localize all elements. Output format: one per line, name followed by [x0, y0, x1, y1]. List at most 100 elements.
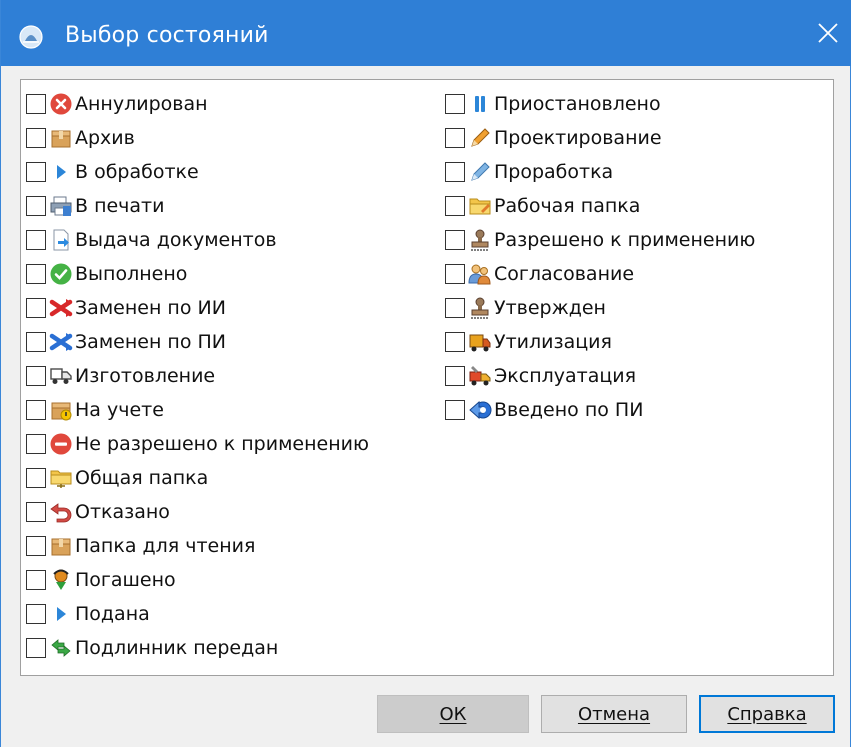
cancel-circle-icon — [50, 93, 72, 115]
registered-box-icon — [51, 402, 72, 421]
state-item-completed[interactable]: Выполнено — [26, 257, 369, 291]
state-item-original-transferred[interactable]: Подлинник передан — [26, 631, 369, 665]
state-checkbox[interactable] — [445, 196, 465, 216]
state-label: Папка для чтения — [75, 535, 256, 557]
state-label: В обработке — [75, 161, 199, 183]
state-item-introduced-pi[interactable]: Введено по ПИ — [445, 393, 755, 427]
check-circle-icon — [50, 263, 72, 285]
state-checkbox[interactable] — [26, 400, 46, 420]
play-arrow-icon — [57, 607, 66, 621]
states-list-panel: Аннулирован Архив В обработке В печати В… — [20, 79, 834, 676]
state-label: На учете — [75, 399, 164, 421]
state-checkbox[interactable] — [26, 502, 46, 522]
state-checkbox[interactable] — [26, 298, 46, 318]
state-checkbox[interactable] — [445, 162, 465, 182]
readonly-box-icon — [51, 538, 71, 556]
play-arrow-icon — [57, 165, 66, 179]
state-label: Аннулирован — [75, 93, 208, 115]
state-label: Подана — [75, 603, 150, 625]
state-item-annulled[interactable]: Аннулирован — [26, 87, 369, 121]
state-label: Проработка — [494, 161, 614, 183]
state-item-suspended[interactable]: Приостановлено — [445, 87, 755, 121]
state-label: Эксплуатация — [494, 365, 637, 387]
state-checkbox[interactable] — [26, 366, 46, 386]
state-checkbox[interactable] — [26, 128, 46, 148]
help-button[interactable]: Справка — [699, 695, 835, 733]
state-checkbox[interactable] — [26, 536, 46, 556]
state-checkbox[interactable] — [26, 638, 46, 658]
state-checkbox[interactable] — [26, 468, 46, 488]
close-icon — [818, 23, 838, 43]
state-checkbox[interactable] — [26, 162, 46, 182]
state-label: Не разрешено к применению — [75, 433, 369, 455]
state-checkbox[interactable] — [445, 366, 465, 386]
state-label: Архив — [75, 127, 135, 149]
no-entry-icon — [50, 433, 72, 455]
state-checkbox[interactable] — [26, 570, 46, 590]
state-checkbox[interactable] — [445, 332, 465, 352]
state-item-rejected[interactable]: Отказано — [26, 495, 369, 529]
state-checkbox[interactable] — [26, 332, 46, 352]
state-item-elaboration[interactable]: Проработка — [445, 155, 755, 189]
state-checkbox[interactable] — [26, 264, 46, 284]
state-checkbox[interactable] — [445, 128, 465, 148]
state-checkbox[interactable] — [445, 400, 465, 420]
document-issue-icon — [53, 229, 69, 251]
state-label: Согласование — [494, 263, 635, 285]
state-checkbox[interactable] — [445, 230, 465, 250]
cancel-button-label: Отмена — [577, 703, 651, 725]
state-label: Заменен по ПИ — [75, 331, 227, 353]
state-item-allowed[interactable]: Разрешено к применению — [445, 223, 755, 257]
pencil-orange-icon — [471, 128, 490, 147]
approval-stamp-icon — [471, 297, 489, 319]
window-title: Выбор состояний — [65, 23, 269, 48]
shared-folder-icon — [50, 470, 72, 488]
state-item-document-issue[interactable]: Выдача документов — [26, 223, 369, 257]
state-item-shared-folder[interactable]: Общая папка — [26, 461, 369, 495]
state-checkbox[interactable] — [26, 434, 46, 454]
state-checkbox[interactable] — [26, 230, 46, 250]
state-item-in-processing[interactable]: В обработке — [26, 155, 369, 189]
state-item-approved[interactable]: Утвержден — [445, 291, 755, 325]
archive-box-icon — [51, 130, 71, 148]
handover-arrows-icon — [51, 639, 71, 657]
cancel-button[interactable]: Отмена — [541, 695, 687, 733]
state-item-read-folder[interactable]: Папка для чтения — [26, 529, 369, 563]
state-label: Выполнено — [75, 263, 188, 285]
pause-icon — [475, 96, 485, 112]
state-label: В печати — [75, 195, 165, 217]
help-button-label: Справка — [727, 703, 807, 725]
state-checkbox[interactable] — [26, 604, 46, 624]
state-item-work-folder[interactable]: Рабочая папка — [445, 189, 755, 223]
state-checkbox[interactable] — [445, 298, 465, 318]
state-item-manufacturing[interactable]: Изготовление — [26, 359, 369, 393]
state-item-submitted[interactable]: Подана — [26, 597, 369, 631]
state-item-archive[interactable]: Архив — [26, 121, 369, 155]
state-checkbox[interactable] — [445, 264, 465, 284]
state-label: Проектирование — [494, 127, 662, 149]
state-item-replaced-pi[interactable]: Заменен по ПИ — [26, 325, 369, 359]
state-item-registered[interactable]: На учете — [26, 393, 369, 427]
state-item-not-allowed[interactable]: Не разрешено к применению — [26, 427, 369, 461]
printer-icon — [50, 196, 72, 216]
users-agreement-icon — [468, 264, 491, 285]
states-left-column: Аннулирован Архив В обработке В печати В… — [26, 87, 369, 665]
state-item-printing[interactable]: В печати — [26, 189, 369, 223]
approval-stamp-icon — [471, 229, 489, 251]
state-checkbox[interactable] — [445, 94, 465, 114]
state-item-agreement[interactable]: Согласование — [445, 257, 755, 291]
state-item-redeemed[interactable]: Погашено — [26, 563, 369, 597]
state-item-replaced-ii[interactable]: Заменен по ИИ — [26, 291, 369, 325]
ok-button[interactable]: ОК — [377, 695, 529, 733]
stamp-down-icon — [53, 569, 69, 590]
undo-arrow-icon — [50, 503, 72, 523]
state-item-design[interactable]: Проектирование — [445, 121, 755, 155]
state-checkbox[interactable] — [26, 196, 46, 216]
state-item-operation[interactable]: Эксплуатация — [445, 359, 755, 393]
replace-blue-icon — [49, 333, 73, 351]
state-item-disposal[interactable]: Утилизация — [445, 325, 755, 359]
state-label: Отказано — [75, 501, 170, 523]
close-button[interactable] — [804, 0, 851, 66]
state-checkbox[interactable] — [26, 94, 46, 114]
app-logo-icon — [19, 25, 43, 49]
